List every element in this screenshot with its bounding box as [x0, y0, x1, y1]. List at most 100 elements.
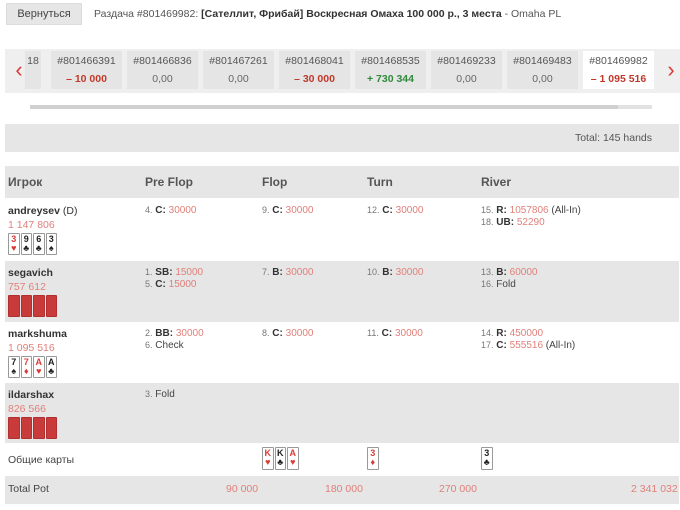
- col-river: River: [481, 175, 512, 189]
- pot-label: Total Pot: [8, 483, 49, 495]
- action-type: SB:: [155, 267, 173, 278]
- action-number: 1.: [145, 267, 153, 277]
- hand-id: 18: [27, 55, 39, 67]
- page-title: Раздача #801469982: [Сателлит, Фрибай] В…: [94, 8, 561, 20]
- action-amount: 450000: [509, 328, 544, 339]
- playing-card: 7 ♦: [20, 356, 32, 378]
- card-back-icon: [33, 295, 45, 317]
- action-amount: 15000: [175, 267, 204, 278]
- hand-card[interactable]: #801468041 – 30 000: [279, 51, 350, 89]
- player-name[interactable]: markshuma: [8, 328, 67, 340]
- action-entry: 18. UB: 52290: [481, 217, 545, 228]
- action-amount: 30000: [285, 328, 314, 339]
- action-type: UB:: [496, 217, 515, 228]
- action-type: B:: [382, 267, 393, 278]
- hand-card[interactable]: #801466391 – 10 000: [51, 51, 122, 89]
- hand-result: 0,00: [228, 73, 249, 85]
- chevron-right-icon[interactable]: ›: [661, 57, 680, 85]
- back-button[interactable]: Вернуться: [6, 3, 82, 25]
- action-type: B:: [496, 267, 507, 278]
- hand-result: – 1 095 516: [590, 73, 647, 85]
- player-stack: 757 612: [8, 281, 46, 293]
- table-row: andreysev (D) 1 147 806 3 ♥ 9 ♣ 6 ♣ 3 ♠ 4. C: 3000…: [5, 199, 679, 260]
- top-bar: Вернуться Раздача #801469982: [Сателлит,…: [0, 0, 680, 28]
- action-entry: 16. Fold: [481, 279, 516, 290]
- playing-card: A ♥: [287, 447, 299, 470]
- table-row: ildarshax 826 566 3. Fold: [5, 383, 679, 444]
- action-number: 5.: [145, 279, 153, 289]
- tournament-name: [Сателлит, Фрибай] Воскресная Омаха 100 …: [201, 8, 502, 20]
- action-number: 3.: [145, 389, 153, 399]
- action-number: 10.: [367, 267, 380, 277]
- action-entry: 9. C: 30000: [262, 205, 313, 216]
- hands-scrollbar[interactable]: [30, 105, 652, 109]
- card-suit-icon: ♣: [277, 457, 284, 467]
- action-entry: 15. R: 1057806 (All-In): [481, 205, 581, 216]
- action-type: C:: [155, 279, 166, 290]
- action-type: R:: [496, 328, 507, 339]
- action-number: 13.: [481, 267, 494, 277]
- dealer-badge: (D): [62, 205, 78, 217]
- hand-result: + 730 344: [366, 73, 414, 85]
- hand-card[interactable]: #801469233 0,00: [431, 51, 502, 89]
- action-amount: 30000: [175, 328, 204, 339]
- hand-history-strip: ‹ 18 #801466391– 10 000 #801466836 0,00 #801…: [5, 49, 680, 93]
- action-number: 15.: [481, 205, 494, 215]
- card-suit-icon: ♦: [370, 457, 376, 467]
- action-entry: 12. C: 30000: [367, 205, 423, 216]
- board-row: Общие карты K ♥ K ♣ A ♥ 3 ♦ 3 ♣: [5, 443, 679, 475]
- player-name[interactable]: ildarshax: [8, 389, 54, 401]
- hand-result: 0,00: [456, 73, 477, 85]
- action-label: Check: [155, 340, 184, 351]
- action-amount: 30000: [395, 267, 424, 278]
- player-stack: 826 566: [8, 403, 46, 415]
- hand-card[interactable]: #801466836 0,00: [127, 51, 198, 89]
- hand-id: #801469483: [513, 55, 572, 67]
- hand-card[interactable]: #801469483 0,00: [507, 51, 578, 89]
- action-type: BB:: [155, 328, 174, 339]
- hand-id: #801467261: [209, 55, 268, 67]
- action-entry: 11. C: 30000: [367, 328, 423, 339]
- player-name[interactable]: andreysev (D): [8, 205, 77, 217]
- card-suit-icon: ♦: [23, 366, 29, 376]
- playing-card: 3 ♦: [367, 447, 379, 470]
- action-number: 11.: [367, 328, 379, 338]
- action-type: C:: [382, 205, 393, 216]
- action-type: R:: [496, 205, 507, 216]
- hand-id: #801468041: [285, 55, 344, 67]
- action-entry: 6. Check: [145, 340, 184, 351]
- hand-result: 0,00: [532, 73, 553, 85]
- hand-id: #801469982: [589, 55, 648, 67]
- action-label: Fold: [496, 279, 516, 290]
- action-entry: 1. SB: 15000: [145, 267, 203, 278]
- action-entry: 7. B: 30000: [262, 267, 313, 278]
- action-type: C:: [381, 328, 393, 339]
- hand-result: – 30 000: [294, 73, 335, 85]
- player-name-text: ildarshax: [8, 389, 55, 401]
- action-number: 16.: [481, 279, 494, 289]
- action-label: Fold: [155, 389, 175, 400]
- hand-card[interactable]: #801468535 + 730 344: [355, 51, 426, 89]
- pot-preflop: 90 000: [226, 483, 259, 495]
- player-name[interactable]: segavich: [8, 267, 53, 279]
- hand-result: – 10 000: [66, 73, 107, 85]
- total-hands: Total: 145 hands: [574, 132, 652, 144]
- hand-card-partial[interactable]: 18: [25, 51, 41, 89]
- pot-turn: 270 000: [439, 483, 477, 495]
- playing-card: 7 ♠: [8, 356, 20, 378]
- action-number: 6.: [145, 340, 153, 350]
- scrollbar-thumb[interactable]: [30, 105, 618, 109]
- playing-card: 9 ♣: [20, 233, 32, 255]
- hand-id: #801469233: [437, 55, 496, 67]
- hand-card[interactable]: #801467261 0,00: [203, 51, 274, 89]
- action-number: 8.: [262, 328, 270, 338]
- hand-id: #801466836: [133, 55, 192, 67]
- hand-card[interactable]: #801469982 – 1 095 516: [583, 51, 654, 89]
- all-in-tag: (All-In): [551, 205, 581, 216]
- action-number: 14.: [481, 328, 494, 338]
- total-pot-row: Total Pot 90 000 180 000 270 000 2 341 0…: [5, 476, 679, 504]
- card-suit-icon: ♠: [48, 243, 54, 253]
- action-type: C:: [496, 340, 507, 351]
- action-number: 18.: [481, 217, 494, 227]
- table-row: markshuma 1 095 516 7 ♠ 7 ♦ A ♥ A ♣ 2. BB: 30000 6.…: [5, 322, 679, 383]
